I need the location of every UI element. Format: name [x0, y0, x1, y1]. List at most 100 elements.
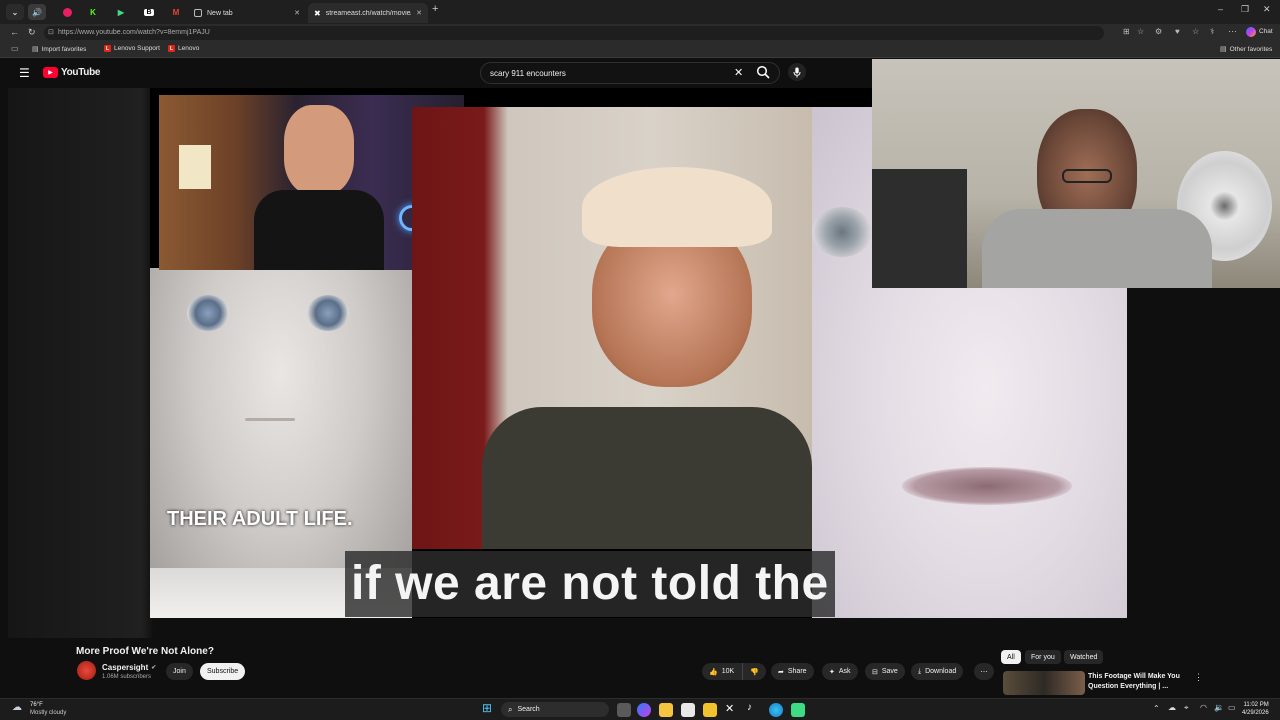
copilot-icon[interactable]	[1246, 27, 1256, 37]
clock-time: 11:02 PM	[1243, 702, 1269, 708]
new-tab-plus-icon[interactable]: +	[432, 3, 438, 15]
edge-browser-icon[interactable]	[769, 703, 783, 717]
favorite-label: Lenovo Support	[114, 45, 160, 52]
split-screen-icon[interactable]: ⊞	[1123, 27, 1130, 36]
tab-actions-chevron-icon[interactable]: ⌄	[6, 4, 24, 20]
sparkle-icon: ✦	[829, 668, 835, 676]
dislike-button[interactable]: 👎	[742, 663, 766, 680]
calendar-app-icon[interactable]	[681, 703, 695, 717]
chip-all[interactable]: All	[1001, 650, 1021, 664]
share-button[interactable]: ➦ Share	[771, 663, 814, 680]
save-button[interactable]: ⊟ Save	[865, 663, 905, 680]
clock[interactable]: 11:02 PM 4/29/2026	[1242, 701, 1269, 717]
tab-new-tab[interactable]: New tab ✕	[188, 3, 306, 23]
bookmark-icon: ⊟	[872, 668, 878, 676]
close-x-favicon-icon: ✖	[314, 8, 321, 18]
onedrive-icon[interactable]: ☁	[1168, 703, 1176, 712]
video-info-area: More Proof We're Not Alone? Caspersight …	[0, 638, 1280, 698]
collections-icon[interactable]: ☆	[1192, 27, 1199, 36]
weather-widget[interactable]: 76°F Mostly cloudy	[30, 701, 66, 717]
channel-name-text: Caspersight	[102, 663, 149, 672]
close-tab-icon[interactable]: ✕	[416, 9, 422, 17]
windows-start-icon[interactable]: ⊞	[482, 701, 496, 715]
x-app-icon[interactable]: ✕	[725, 702, 739, 716]
favorite-lenovo[interactable]: L Lenovo	[168, 45, 199, 52]
alien-closeup-eye	[812, 207, 872, 257]
subscriber-count: 1.06M subscribers	[102, 674, 152, 680]
favorite-star-icon[interactable]: ☆	[1137, 27, 1144, 36]
weather-cloud-icon[interactable]: ☁	[12, 702, 22, 713]
ask-button[interactable]: ✦ Ask	[822, 663, 858, 680]
thumbs-up-icon: 👍	[709, 668, 718, 676]
save-label: Save	[881, 668, 898, 675]
tab-audio-icon[interactable]: 🔊	[28, 4, 46, 20]
recommended-title[interactable]: This Footage Will Make You Question Ever…	[1088, 672, 1180, 692]
hamburger-menu-icon[interactable]: ☰	[19, 66, 30, 80]
streamer-shirt	[254, 190, 384, 270]
windows-taskbar: ☁ 76°F Mostly cloudy ⊞ ⌕ Search ✕ ♪ ⌃ ☁ …	[0, 698, 1280, 720]
pinned-tab-red[interactable]	[58, 4, 76, 20]
green-app-icon[interactable]	[791, 703, 805, 717]
voice-search-mic-icon[interactable]	[788, 63, 806, 81]
task-view-icon[interactable]	[617, 703, 631, 717]
close-window-icon[interactable]: ✕	[1263, 4, 1271, 15]
like-button[interactable]: 👍 10K	[702, 663, 742, 680]
recommended-thumbnail[interactable]	[1003, 671, 1085, 695]
wifi-icon[interactable]: ◠	[1200, 703, 1207, 712]
sticky-notes-icon[interactable]	[703, 703, 717, 717]
favorite-lenovo-support[interactable]: L Lenovo Support	[104, 45, 160, 52]
battery-icon[interactable]: ▭	[1228, 703, 1236, 712]
favorite-label: Lenovo	[178, 45, 200, 52]
favorite-other[interactable]: ▤ Other favorites	[1220, 45, 1272, 54]
channel-name[interactable]: Caspersight ✔	[102, 663, 156, 672]
copilot-taskbar-icon[interactable]	[637, 703, 651, 717]
chip-label: All	[1007, 653, 1015, 661]
browser-essentials-icon[interactable]: ⚕	[1210, 27, 1214, 36]
subscribe-label: Subscribe	[207, 668, 239, 675]
taskbar-search[interactable]: ⌕ Search	[501, 702, 609, 717]
join-button[interactable]: Join	[166, 663, 193, 680]
youtube-play-icon: ▶	[43, 67, 58, 78]
back-arrow-icon[interactable]: ←	[10, 27, 19, 37]
refresh-icon[interactable]: ↻	[28, 27, 36, 38]
tab-streameast[interactable]: ✖ streameast.ch/watch/movie/2851... ✕	[308, 3, 428, 23]
volume-icon[interactable]: 🔉	[1214, 703, 1224, 712]
channel-avatar[interactable]	[77, 661, 96, 680]
browser-tab-bar: ⌄ 🔊 K ▶ B M New tab ✕ ✖ streameast.ch/wa…	[0, 0, 1280, 24]
more-menu-icon[interactable]: ⋯	[1228, 26, 1237, 37]
pinned-tab-gmail[interactable]: M	[167, 4, 185, 20]
subscribe-button[interactable]: Subscribe	[200, 663, 246, 680]
file-explorer-icon[interactable]	[659, 703, 673, 717]
clear-search-icon[interactable]: ✕	[734, 66, 743, 79]
gmail-icon: M	[172, 7, 180, 17]
tiktok-icon[interactable]: ♪	[747, 702, 761, 716]
copilot-chat-label[interactable]: Chat	[1259, 28, 1273, 35]
favorite-import[interactable]: ▤ Import favorites	[32, 45, 86, 54]
more-actions-button[interactable]: ⋯	[974, 663, 994, 680]
search-icon[interactable]	[756, 65, 770, 84]
download-button[interactable]: ⤓ Download	[911, 663, 964, 680]
tray-overflow-icon[interactable]: ⌃	[1153, 704, 1160, 713]
chip-watched[interactable]: Watched	[1064, 650, 1104, 664]
pinned-tab-kick[interactable]: K	[84, 4, 102, 20]
join-label: Join	[173, 668, 186, 675]
search-query: scary 911 encounters	[490, 69, 566, 78]
minimize-icon[interactable]: –	[1218, 4, 1223, 14]
url-field[interactable]: ⊡ https://www.youtube.com/watch?v=8emmj1…	[44, 26, 1104, 40]
close-tab-icon[interactable]: ✕	[294, 9, 300, 17]
pinned-tab-b[interactable]: B	[140, 4, 158, 20]
tab-label: New tab	[207, 9, 233, 17]
location-icon[interactable]: ⌖	[1184, 703, 1189, 713]
sidebar-toggle-icon[interactable]: ▭	[11, 44, 19, 53]
alien-mouth	[245, 418, 295, 421]
chip-for-you[interactable]: For you	[1025, 650, 1061, 664]
woman-hat	[582, 167, 772, 247]
youtube-logo[interactable]: ▶ YouTube	[43, 67, 101, 78]
extensions-icon[interactable]: ⚙	[1155, 27, 1162, 36]
pinned-tab-play[interactable]: ▶	[112, 4, 130, 20]
reactor-hoodie	[982, 209, 1212, 288]
recommended-more-icon[interactable]: ⋮	[1194, 672, 1203, 683]
restore-icon[interactable]: ❐	[1241, 4, 1249, 15]
performance-icon[interactable]: ♥	[1175, 27, 1180, 36]
ask-label: Ask	[838, 668, 851, 675]
